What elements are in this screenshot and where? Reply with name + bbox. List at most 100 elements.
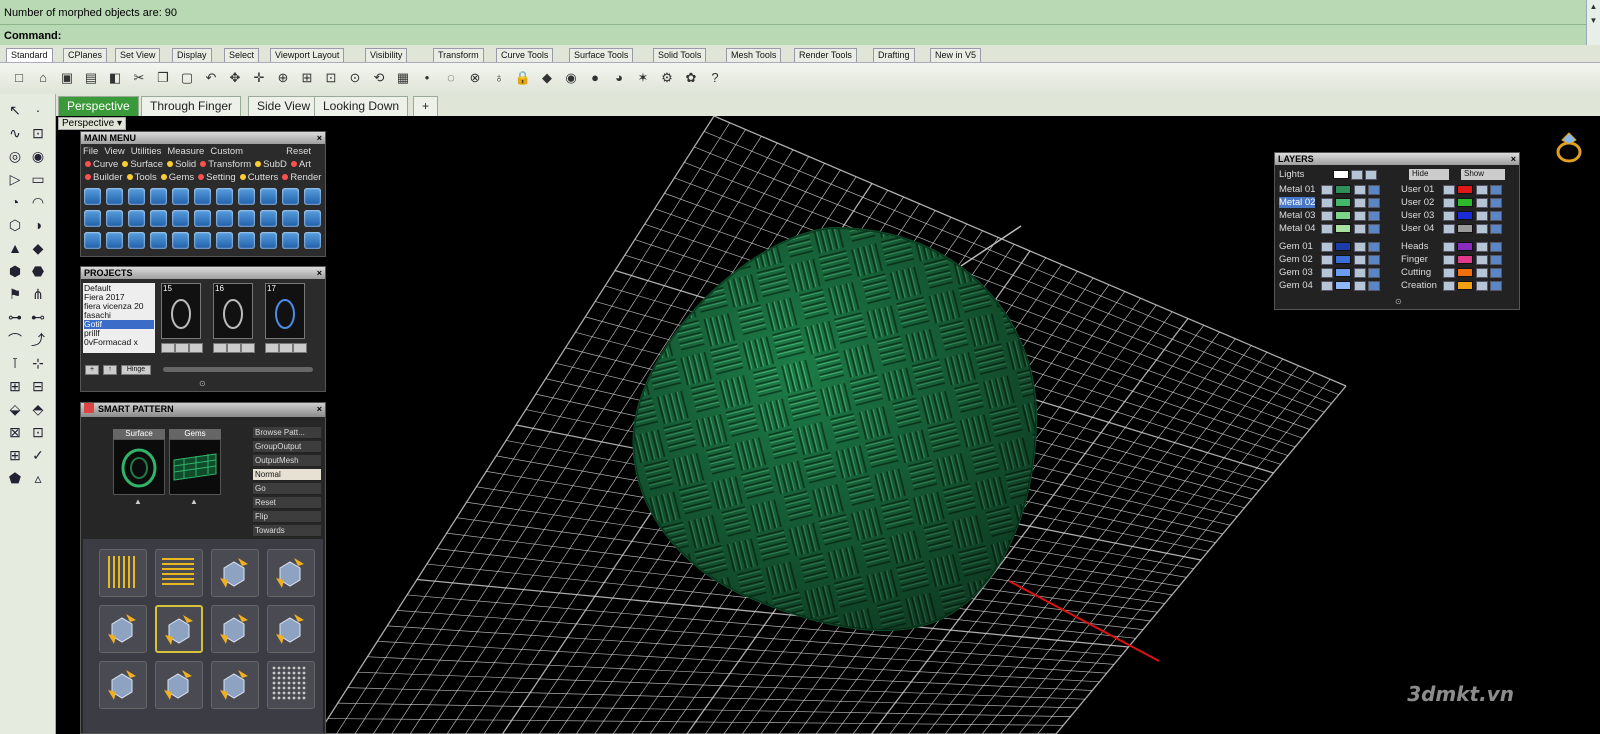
layer-name[interactable]: Metal 01 bbox=[1279, 184, 1315, 195]
close-icon[interactable]: × bbox=[317, 403, 322, 415]
left-tool-icon[interactable]: ⤴ bbox=[28, 330, 48, 350]
layer-color-swatch[interactable] bbox=[1457, 242, 1473, 251]
layer-lock-button[interactable] bbox=[1354, 185, 1366, 195]
left-tool-icon[interactable]: ◑ bbox=[28, 215, 48, 235]
toolbar-tab[interactable]: Render Tools bbox=[794, 48, 857, 62]
layer-current-button[interactable] bbox=[1443, 224, 1455, 234]
grid-icon[interactable]: ▦ bbox=[394, 69, 412, 87]
hide-button[interactable]: Hide bbox=[1409, 169, 1449, 180]
zoom-extents-icon[interactable]: ⊕ bbox=[274, 69, 292, 87]
gear-icon[interactable]: ✿ bbox=[682, 69, 700, 87]
layer-name[interactable]: Metal 04 bbox=[1279, 223, 1315, 234]
help-icon[interactable]: ? bbox=[706, 69, 724, 87]
lights-visibility-button[interactable] bbox=[1365, 170, 1377, 180]
left-tool-icon[interactable]: ◎ bbox=[5, 146, 25, 166]
zoom-window-icon[interactable]: ⊞ bbox=[298, 69, 316, 87]
main-menu-category[interactable]: Builder bbox=[81, 172, 123, 183]
layer-name[interactable]: User 02 bbox=[1401, 197, 1434, 208]
left-tool-icon[interactable]: ⊡ bbox=[28, 123, 48, 143]
layer-color-swatch[interactable] bbox=[1335, 281, 1351, 290]
layer-visibility-button[interactable] bbox=[1368, 281, 1380, 291]
left-tool-icon[interactable]: ▵ bbox=[28, 468, 48, 488]
left-tool-icon[interactable]: ▲ bbox=[5, 238, 25, 258]
chevron-up-icon[interactable]: ▲ bbox=[134, 497, 142, 506]
layer-name[interactable]: Heads bbox=[1401, 241, 1428, 252]
chevron-up-icon[interactable]: ▲ bbox=[190, 497, 198, 506]
main-menu-tool-icon[interactable] bbox=[128, 188, 145, 205]
main-menu-tool-icon[interactable] bbox=[106, 210, 123, 227]
main-menu-tool-icon[interactable] bbox=[84, 210, 101, 227]
project-slider[interactable] bbox=[163, 367, 313, 372]
layer-current-button[interactable] bbox=[1443, 255, 1455, 265]
layer-lock-button[interactable] bbox=[1476, 198, 1488, 208]
toolbar-tab[interactable]: Viewport Layout bbox=[270, 48, 345, 62]
main-menu-tool-icon[interactable] bbox=[150, 210, 167, 227]
lock-icon[interactable]: ⊗ bbox=[466, 69, 484, 87]
pattern-tile[interactable] bbox=[267, 661, 315, 709]
layer-visibility-button[interactable] bbox=[1490, 211, 1502, 221]
left-tool-icon[interactable]: ⊠ bbox=[5, 422, 25, 442]
layer-color-swatch[interactable] bbox=[1335, 211, 1351, 220]
layer-name[interactable]: User 01 bbox=[1401, 184, 1434, 195]
chevron-down-icon[interactable]: ▼ bbox=[1587, 14, 1600, 28]
main-menu-category[interactable]: Solid bbox=[163, 159, 196, 170]
chevron-down-icon[interactable]: ▾ bbox=[117, 118, 122, 129]
pattern-tile[interactable] bbox=[155, 661, 203, 709]
main-menu-tool-icon[interactable] bbox=[260, 232, 277, 249]
layer-color-swatch[interactable] bbox=[1457, 268, 1473, 277]
main-menu-category[interactable]: Cutters bbox=[236, 172, 278, 183]
project-thumbnail[interactable]: 15 bbox=[161, 283, 201, 339]
left-tool-icon[interactable]: ⋔ bbox=[28, 284, 48, 304]
toolbar-tab[interactable]: Transform bbox=[433, 48, 484, 62]
new-file-icon[interactable]: □ bbox=[10, 69, 28, 87]
toolbar-tab[interactable]: Select bbox=[224, 48, 260, 62]
layer-current-button[interactable] bbox=[1443, 268, 1455, 278]
layer-name[interactable]: Gem 02 bbox=[1279, 254, 1313, 265]
layer-current-button[interactable] bbox=[1443, 242, 1455, 252]
main-menu-tool-icon[interactable] bbox=[216, 210, 233, 227]
zoom-icon[interactable]: ⊙ bbox=[346, 69, 364, 87]
layer-lock-button[interactable] bbox=[1354, 224, 1366, 234]
left-tool-icon[interactable]: ⊞ bbox=[5, 445, 25, 465]
show-button[interactable]: Show bbox=[1461, 169, 1505, 180]
command-prompt[interactable]: Command: bbox=[4, 30, 61, 42]
main-menu-tool-icon[interactable] bbox=[172, 210, 189, 227]
lights-color-swatch[interactable] bbox=[1333, 170, 1349, 179]
left-tool-icon[interactable]: ⬙ bbox=[5, 399, 25, 419]
layer-name[interactable]: User 03 bbox=[1401, 210, 1434, 221]
pattern-tile[interactable] bbox=[99, 549, 147, 597]
viewport-tab[interactable]: Looking Down bbox=[314, 96, 409, 116]
save-icon[interactable]: ▣ bbox=[58, 69, 76, 87]
toolbar-tab[interactable]: Drafting bbox=[873, 48, 915, 62]
layer-lock-button[interactable] bbox=[1476, 268, 1488, 278]
main-menu-category[interactable]: Gems bbox=[157, 172, 194, 183]
layer-lock-button[interactable] bbox=[1476, 224, 1488, 234]
close-icon[interactable]: × bbox=[1511, 153, 1516, 165]
toolbar-tab[interactable]: Standard bbox=[6, 48, 53, 62]
left-tool-icon[interactable]: ⊟ bbox=[28, 376, 48, 396]
layer-current-button[interactable] bbox=[1321, 268, 1333, 278]
main-menu-tool-icon[interactable] bbox=[172, 188, 189, 205]
layer-visibility-button[interactable] bbox=[1490, 198, 1502, 208]
layer-lock-button[interactable] bbox=[1354, 255, 1366, 265]
viewport-tab[interactable]: + bbox=[413, 96, 439, 116]
viewport-tab[interactable]: Side View bbox=[248, 96, 320, 116]
close-icon[interactable]: × bbox=[317, 267, 322, 279]
layer-name[interactable]: Creation bbox=[1401, 280, 1437, 291]
layer-lock-button[interactable] bbox=[1476, 211, 1488, 221]
layer-lock-button[interactable] bbox=[1476, 185, 1488, 195]
layer-lock-button[interactable] bbox=[1476, 281, 1488, 291]
menu-item[interactable]: View bbox=[104, 146, 124, 157]
layer-name[interactable]: Gem 04 bbox=[1279, 280, 1313, 291]
layer-name[interactable]: Finger bbox=[1401, 254, 1428, 265]
shade-icon[interactable]: ● bbox=[586, 69, 604, 87]
layer-current-button[interactable] bbox=[1321, 224, 1333, 234]
print-icon[interactable]: ▤ bbox=[82, 69, 100, 87]
toolbar-tab[interactable]: Surface Tools bbox=[569, 48, 634, 62]
layer-current-button[interactable] bbox=[1321, 281, 1333, 291]
smart-pattern-option[interactable]: Browse Patt... bbox=[253, 427, 321, 439]
thumbnail-action-button[interactable] bbox=[213, 343, 227, 353]
left-tool-icon[interactable]: ⊡ bbox=[28, 422, 48, 442]
layer-current-button[interactable] bbox=[1321, 211, 1333, 221]
pattern-tile[interactable] bbox=[267, 549, 315, 597]
